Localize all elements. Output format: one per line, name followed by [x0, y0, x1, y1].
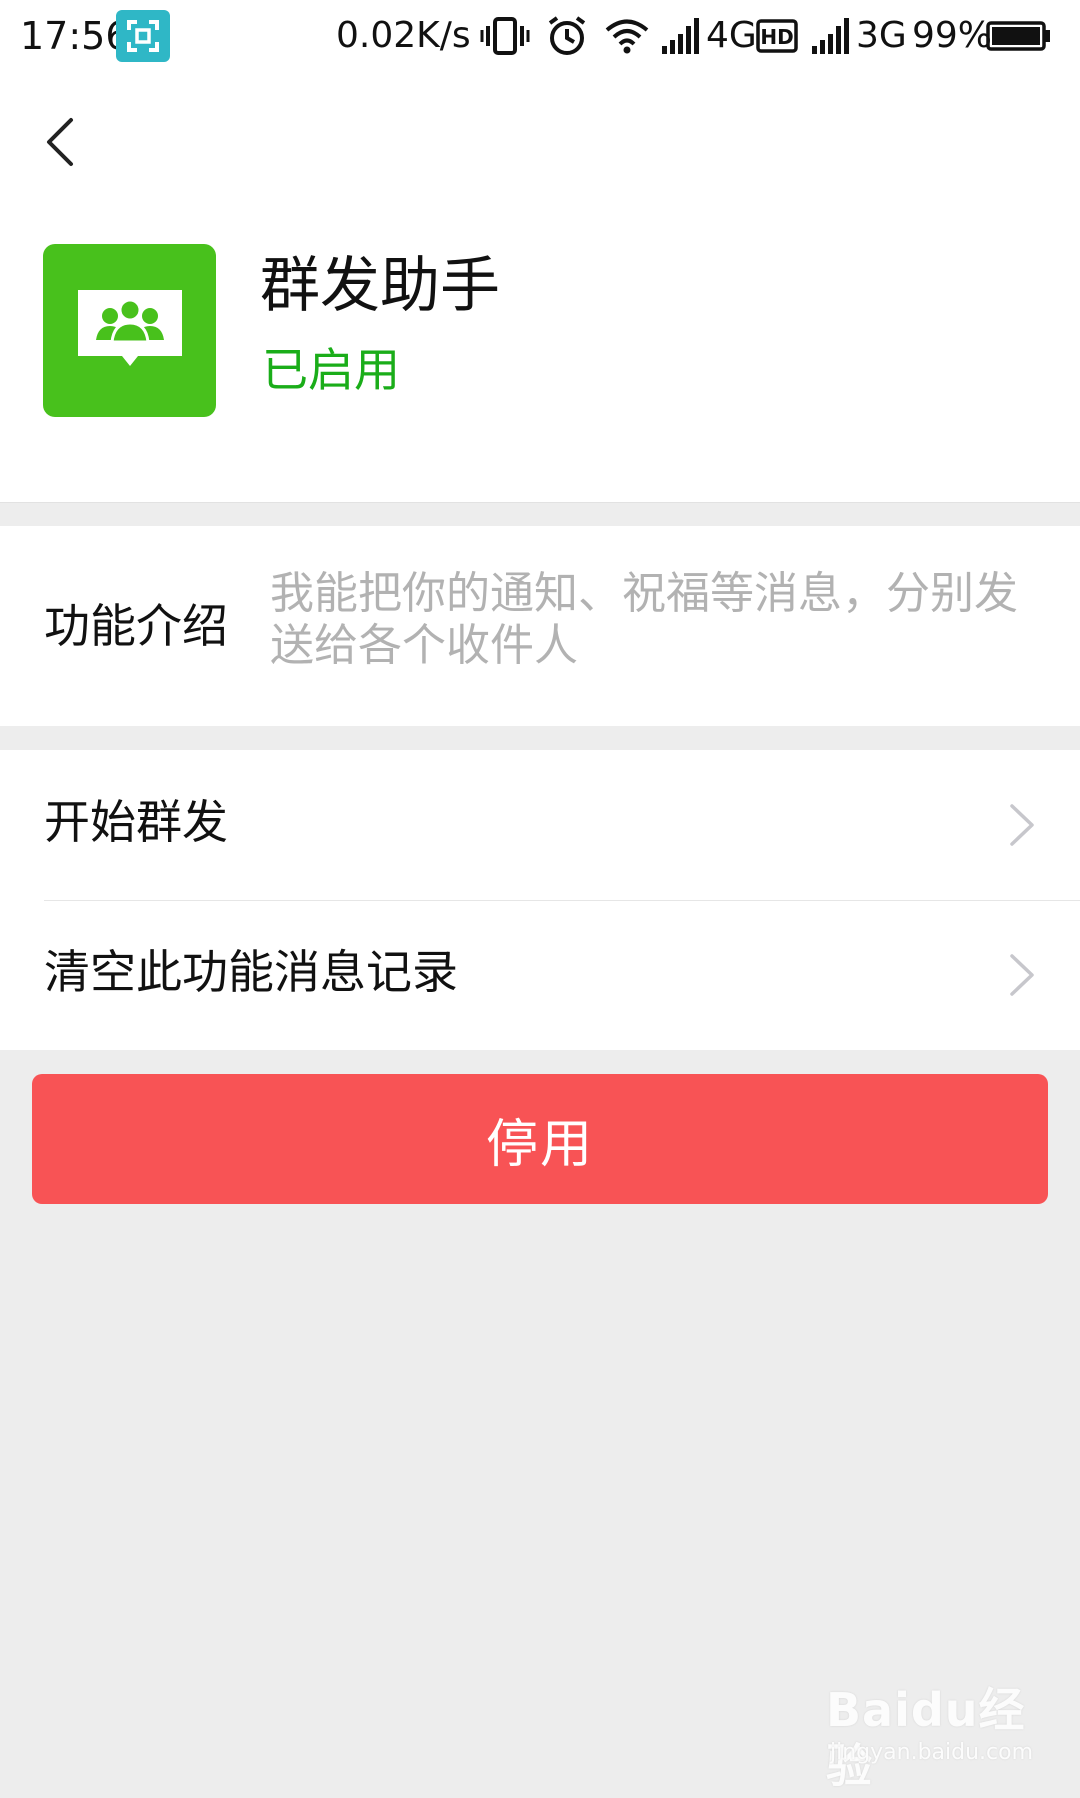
- app-header-section: 群发助手 已启用: [0, 72, 1080, 503]
- svg-text:HD: HD: [760, 25, 793, 49]
- disable-button[interactable]: 停用: [32, 1074, 1048, 1204]
- vibrate-icon: [480, 14, 530, 58]
- menu-item-label: 开始群发: [44, 795, 228, 849]
- chevron-left-icon: [47, 118, 73, 166]
- group-message-icon: [43, 244, 216, 417]
- battery-percent: 99%: [912, 15, 993, 56]
- app-name: 群发助手: [260, 251, 500, 321]
- watermark-logo: Baidu经验: [826, 1683, 1026, 1793]
- baidu-jingyan-watermark: Baidu经验 jingyan.baidu.com: [826, 1682, 1033, 1793]
- watermark-url: jingyan.baidu.com: [830, 1740, 1034, 1765]
- status-time: 17:56: [20, 14, 130, 58]
- app-detail-page: 17:56 0.02K/s 4G HD 3G 99% 群发助手 已启用 功能介绍…: [0, 0, 1080, 1798]
- chevron-right-icon: [1010, 804, 1034, 846]
- alarm-icon: [546, 14, 588, 58]
- app-status: 已启用: [262, 343, 400, 397]
- intro-label: 功能介绍: [44, 599, 228, 653]
- chevron-right-icon: [1010, 954, 1034, 996]
- clear-history-item[interactable]: 清空此功能消息记录: [0, 900, 1080, 1050]
- menu-item-label: 清空此功能消息记录: [44, 945, 458, 999]
- hd-icon: HD: [756, 14, 798, 58]
- network-speed: 0.02K/s: [336, 15, 471, 56]
- start-broadcast-item[interactable]: 开始群发: [0, 750, 1080, 900]
- screenshot-icon: [116, 10, 170, 62]
- status-bar: 17:56 0.02K/s 4G HD 3G 99%: [0, 0, 1080, 72]
- network-4g-label: 4G: [706, 15, 757, 56]
- battery-icon: [986, 14, 1052, 58]
- back-button[interactable]: [30, 102, 90, 182]
- menu-list: 开始群发 清空此功能消息记录: [0, 750, 1080, 1050]
- wifi-icon: [604, 14, 650, 58]
- intro-description: 我能把你的通知、祝福等消息，分别发送给各个收件人: [270, 568, 1018, 671]
- network-3g-label: 3G: [856, 15, 907, 56]
- feature-intro-card: 功能介绍 我能把你的通知、祝福等消息，分别发送给各个收件人: [0, 526, 1080, 726]
- signal-icon: [662, 14, 704, 58]
- signal-icon: [812, 14, 854, 58]
